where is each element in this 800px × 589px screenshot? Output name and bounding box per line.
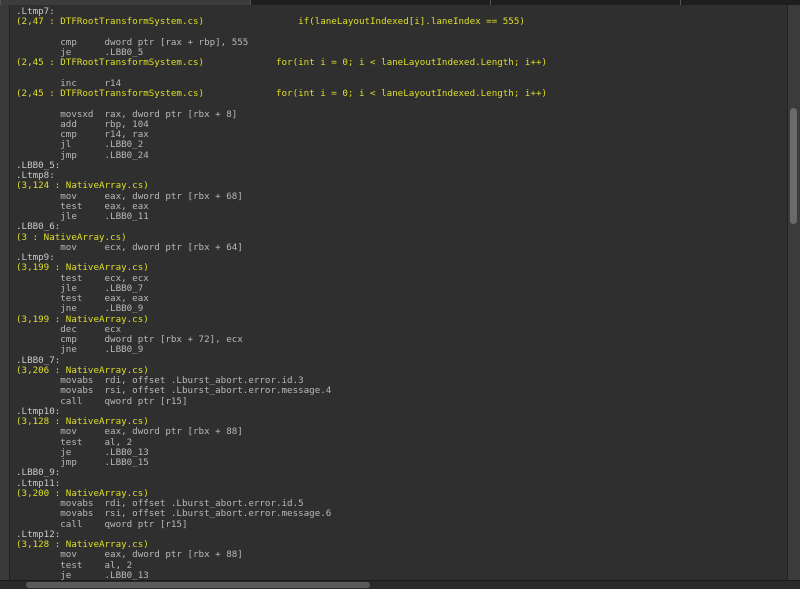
source-annotation-line: (3,124 : NativeArray.cs) <box>16 180 149 192</box>
assembly-inspector-window: .Ltmp7: (2,47 : DTFRootTransformSystem.cs… <box>0 0 800 589</box>
label-line: .LBB0_5: <box>16 159 61 171</box>
asm-line: movabs rsi, offset .Lburst_abort.error.m… <box>16 385 332 397</box>
horizontal-scrollbar[interactable] <box>0 580 800 589</box>
asm-line: jle .LBB0_11 <box>16 211 149 222</box>
label-line: .LBB0_9: <box>16 467 61 479</box>
asm-line: jl .LBB0_2 <box>16 139 144 151</box>
horizontal-scrollbar-thumb[interactable] <box>26 582 370 588</box>
asm-line: call qword ptr [r15] <box>16 395 188 407</box>
vertical-scrollbar[interactable] <box>787 5 800 581</box>
label-line: .LBB0_6: <box>16 221 61 233</box>
asm-line: mov eax, dword ptr [rbx + 88] <box>16 426 243 438</box>
source-annotation-line: (2,45 : DTFRootTransformSystem.cs) for(i… <box>16 57 548 69</box>
source-annotation-line: (2,47 : DTFRootTransformSystem.cs) if(la… <box>16 16 525 28</box>
asm-line: jne .LBB0_9 <box>16 344 144 356</box>
source-annotation-line: (3,199 : NativeArray.cs) <box>16 262 149 274</box>
asm-line: call qword ptr [r15] <box>16 518 188 530</box>
asm-line: movabs rsi, offset .Lburst_abort.error.m… <box>16 508 332 520</box>
code-lines: .Ltmp7: (2,47 : DTFRootTransformSystem.cs… <box>16 6 548 581</box>
editor-gutter <box>0 5 10 581</box>
asm-line: mov ecx, dword ptr [rbx + 64] <box>16 241 243 253</box>
asm-line: jmp .LBB0_24 <box>16 149 149 161</box>
source-annotation-line: (2,45 : DTFRootTransformSystem.cs) for(i… <box>16 88 548 99</box>
assembly-code-view[interactable]: .Ltmp7: (2,47 : DTFRootTransformSystem.cs… <box>10 5 787 581</box>
asm-line: jne .LBB0_9 <box>16 303 144 315</box>
vertical-scrollbar-thumb[interactable] <box>790 108 797 224</box>
asm-line <box>16 99 547 109</box>
asm-line: mov eax, dword ptr [rbx + 88] <box>16 549 243 561</box>
asm-line: jmp .LBB0_15 <box>16 457 149 468</box>
